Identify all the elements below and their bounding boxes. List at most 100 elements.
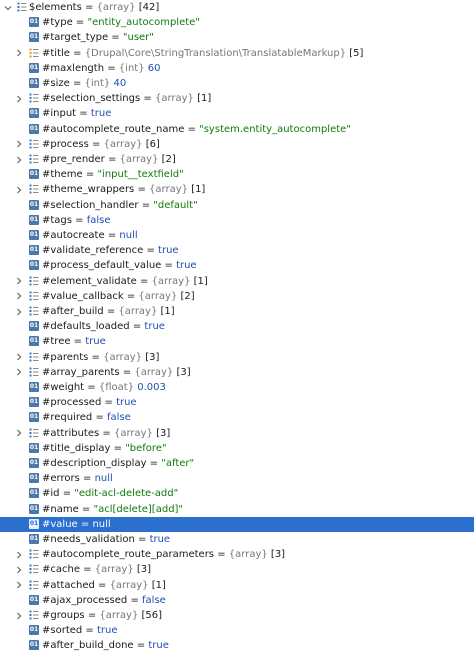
tree-row[interactable]: #element_validate = {array} [1] — [0, 274, 474, 289]
row-label: #cache = {array} [3] — [42, 562, 151, 577]
tree-row[interactable]: #array_parents = {array} [3] — [0, 365, 474, 380]
row-key: #autocreate — [42, 230, 105, 241]
tree-row[interactable]: 01 #autocreate = null — [0, 228, 474, 243]
tree-row[interactable]: #attached = {array} [1] — [0, 578, 474, 593]
property-icon: 01 — [29, 518, 39, 529]
chevron-right-icon[interactable] — [14, 426, 24, 441]
tree-row[interactable]: 01 #autocomplete_route_name = "system.ent… — [0, 122, 474, 137]
tree-row[interactable]: 01 #target_type = "user" — [0, 30, 474, 45]
property-icon: 01 — [29, 640, 39, 651]
tree-row[interactable]: 01 #processed = true — [0, 395, 474, 410]
row-equals: = — [99, 427, 114, 439]
chevron-right-icon[interactable] — [14, 578, 24, 593]
property-icon: 01 — [29, 230, 39, 240]
row-label: #required = false — [42, 410, 131, 425]
row-value: false — [86, 214, 111, 226]
chevron-down-icon[interactable] — [3, 0, 13, 15]
tree-row[interactable]: 01 #selection_handler = "default" — [0, 198, 474, 213]
row-key: #processed — [42, 397, 102, 409]
tree-row[interactable]: 01 #tree = true — [0, 334, 474, 349]
tree-row[interactable]: 01 #required = false — [0, 410, 474, 425]
tree-row[interactable]: 01 #weight = {float} 0.003 — [0, 380, 474, 395]
chevron-right-icon[interactable] — [14, 289, 24, 304]
row-count: [1] — [160, 306, 175, 317]
chevron-right-icon[interactable] — [14, 547, 24, 562]
row-key: #autocomplete_route_name — [42, 123, 185, 135]
row-equals: = — [138, 199, 154, 211]
chevron-right-icon[interactable] — [14, 304, 24, 319]
root-label: $elements = {array} [42] — [29, 2, 160, 13]
array-icon — [17, 2, 27, 12]
row-type: {array} — [134, 366, 174, 378]
row-equals: = — [140, 93, 155, 105]
row-count: [3] — [145, 351, 160, 363]
row-type: {array} — [113, 427, 153, 439]
row-equals: = — [82, 625, 97, 637]
tree-row[interactable]: #pre_render = {array} [2] — [0, 152, 474, 167]
property-icon: 01 — [29, 625, 39, 636]
tree-row[interactable]: 01 #errors = null — [0, 471, 474, 486]
tree-row[interactable]: #title = {Drupal\Core\StringTranslation\… — [0, 46, 474, 61]
tree-row[interactable]: 01 #value = null — [0, 516, 474, 532]
tree-row[interactable]: #cache = {array} [3] — [0, 562, 474, 577]
chevron-right-icon[interactable] — [14, 608, 24, 623]
row-key: #value_callback — [42, 290, 124, 302]
tree-row[interactable]: 01 #title_display = "before" — [0, 441, 474, 456]
tree-row[interactable]: #attributes = {array} [3] — [0, 426, 474, 441]
row-label: #autocomplete_route_name = "system.entit… — [42, 122, 351, 137]
row-key: #attached — [42, 579, 95, 591]
tree-row[interactable]: 01 #theme = "input__textfield" — [0, 167, 474, 182]
property-icon: 01 — [29, 412, 39, 423]
tree-row[interactable]: 01 #defaults_loaded = true — [0, 319, 474, 334]
chevron-right-icon[interactable] — [14, 137, 24, 152]
row-key: #groups — [42, 610, 85, 621]
tree-row[interactable]: 01 #sorted = true — [0, 623, 474, 638]
tree-row[interactable]: 01 #id = "edit-acl-delete-add" — [0, 486, 474, 501]
row-label: #groups = {array} [56] — [42, 608, 162, 623]
chevron-right-icon[interactable] — [14, 365, 24, 380]
row-label: #description_display = "after" — [42, 456, 194, 471]
tree-row[interactable]: #process = {array} [6] — [0, 137, 474, 152]
tree-row[interactable]: 01 #after_build_done = true — [0, 638, 474, 653]
tree-root-row[interactable]: $elements = {array} [42] — [0, 0, 474, 15]
row-equals: = — [69, 78, 85, 89]
tree-row[interactable]: #parents = {array} [3] — [0, 350, 474, 365]
tree-row[interactable]: #selection_settings = {array} [1] — [0, 91, 474, 106]
tree-row[interactable]: 01 #ajax_processed = false — [0, 593, 474, 608]
tree-row[interactable]: 01 #input = true — [0, 106, 474, 121]
row-label: #attached = {array} [1] — [42, 578, 166, 593]
tree-row[interactable]: 01 #name = "acl[delete][add]" — [0, 502, 474, 517]
tree-row[interactable]: 01 #type = "entity_autocomplete" — [0, 15, 474, 30]
tree-row[interactable]: #after_build = {array} [1] — [0, 304, 474, 319]
row-key: #parents — [42, 351, 89, 363]
array-icon — [29, 48, 39, 58]
tree-row[interactable]: 01 #needs_validation = true — [0, 532, 474, 547]
row-type: {array} — [149, 184, 188, 196]
chevron-right-icon[interactable] — [14, 152, 24, 167]
chevron-right-icon[interactable] — [14, 350, 24, 365]
chevron-right-icon[interactable] — [14, 562, 24, 577]
tree-row[interactable]: 01 #maxlength = {int} 60 — [0, 61, 474, 76]
row-value: true — [90, 108, 112, 120]
tree-row[interactable]: 01 #validate_reference = true — [0, 243, 474, 258]
tree-row[interactable]: #groups = {array} [56] — [0, 608, 474, 623]
chevron-right-icon[interactable] — [14, 182, 24, 197]
chevron-right-icon[interactable] — [14, 91, 24, 106]
tree-row[interactable]: 01 #process_default_value = true — [0, 258, 474, 273]
tree-row[interactable]: 01 #tags = false — [0, 213, 474, 228]
tree-row[interactable]: #autocomplete_route_parameters = {array}… — [0, 547, 474, 562]
row-equals: = — [101, 397, 117, 409]
row-count: [3] — [270, 549, 286, 561]
tree-row[interactable]: 01 #description_display = "after" — [0, 456, 474, 471]
tree-row[interactable]: #value_callback = {array} [2] — [0, 289, 474, 304]
tree-row[interactable]: 01 #size = {int} 40 — [0, 76, 474, 91]
row-value: true — [149, 534, 171, 545]
array-icon — [29, 610, 39, 620]
chevron-right-icon[interactable] — [14, 46, 24, 61]
row-type: {array} — [119, 154, 159, 165]
row-count: [3] — [156, 427, 171, 439]
row-value: null — [94, 473, 113, 485]
row-key: #required — [42, 412, 93, 424]
tree-row[interactable]: #theme_wrappers = {array} [1] — [0, 182, 474, 197]
chevron-right-icon[interactable] — [14, 274, 24, 289]
